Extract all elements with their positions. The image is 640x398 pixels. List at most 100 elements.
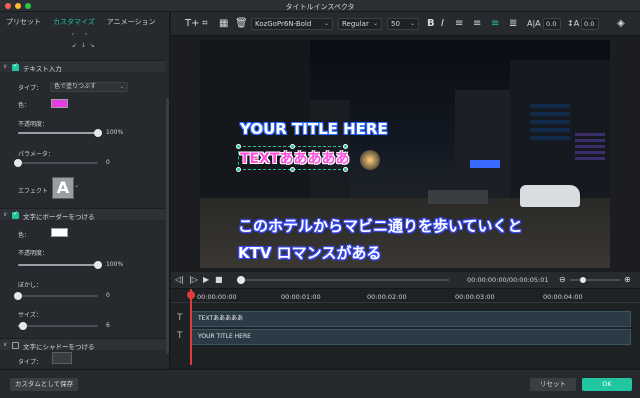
chevron-down-icon[interactable]: ⌄ (74, 182, 79, 189)
playback-progress[interactable] (237, 276, 449, 284)
tab-animation[interactable]: アニメーション (101, 12, 162, 32)
color-label: 色： (18, 102, 31, 109)
chevron-down-icon[interactable]: ∨ (3, 211, 7, 218)
playback-bar: ◁| |▷ ▶ ■ 00:00:00:00/00:00:05:01 ⊖ ⊕ (171, 272, 640, 288)
font-weight-select[interactable]: Regular ⌄ (338, 18, 382, 30)
playhead[interactable] (187, 289, 195, 365)
arrow-row-top[interactable]: ⌜ ⌝ (70, 32, 110, 41)
text-input-checkbox[interactable] (12, 62, 19, 71)
font-size-select[interactable]: 50 ⌄ (387, 18, 419, 30)
save-as-custom-button[interactable]: カスタムとして保存 (10, 378, 78, 391)
chevron-down-icon: ⌄ (372, 20, 378, 27)
slider-knob[interactable] (14, 292, 22, 300)
align-right-icon[interactable]: ≡ (491, 18, 499, 29)
slider-knob[interactable] (94, 261, 102, 269)
slider-knob[interactable] (18, 322, 27, 330)
ok-button[interactable]: OK (582, 378, 632, 391)
ruler-tick: 00:00:04:00 (543, 293, 583, 301)
border-color-swatch[interactable] (51, 228, 68, 237)
layers-icon[interactable]: ◈ (617, 18, 625, 29)
panel-scrollbar[interactable] (166, 98, 169, 354)
font-size-value: 50 (391, 20, 400, 28)
window-lights (575, 130, 605, 160)
zoom-knob[interactable] (580, 277, 586, 283)
title-overlay[interactable]: YOUR TITLE HERE (240, 120, 388, 138)
section-text-input[interactable]: ∨ テキスト入力 (0, 60, 166, 73)
text-add-icon[interactable]: T+ (185, 18, 200, 29)
chevron-right-icon[interactable]: ∨ (3, 341, 7, 348)
chevron-down-icon[interactable]: ∨ (3, 63, 7, 70)
shadow-checkbox[interactable] (12, 342, 19, 349)
position-grid: ⌜ ⌝ ↙ ↓ ↘ (70, 32, 110, 52)
timeline-ruler[interactable]: 00:00:00:00 00:00:01:00 00:00:02:00 00:0… (171, 289, 640, 303)
chevron-down-icon: ⌄ (119, 84, 124, 90)
play-icon[interactable]: ▶ (203, 275, 209, 284)
video-preview[interactable]: YOUR TITLE HERE TEXTあああああ このホテルからマビニ通りを歩… (200, 40, 610, 268)
step-back-icon[interactable]: ◁| (175, 275, 184, 284)
chevron-down-icon: ⌄ (409, 20, 415, 27)
text-track-icon: T (177, 331, 183, 341)
size-slider[interactable] (18, 322, 98, 330)
text-track-icon: T (177, 313, 183, 323)
text-opacity-slider[interactable] (18, 129, 102, 137)
window-title: タイトルインスペクタ (285, 3, 355, 11)
letter-spacing-icon: A|A (527, 19, 541, 28)
parameter-value: 0 (106, 159, 110, 166)
align-center-icon[interactable]: ≡ (473, 18, 481, 29)
stop-icon[interactable]: ■ (215, 275, 223, 284)
trash-icon[interactable]: 🗑 (235, 18, 248, 29)
track-clip[interactable]: TEXTあああああ (191, 311, 631, 327)
ruler-tick: 00:00:00:00 (197, 293, 237, 301)
street-light (360, 150, 380, 170)
section-shadow[interactable]: ∨ 文字にシャドーをつける (0, 338, 166, 351)
font-family-select[interactable]: KozGoPr6N-Bold ⌄ (251, 18, 333, 30)
zoom-out-icon[interactable]: ⊖ (559, 275, 566, 284)
text-color-swatch[interactable] (51, 99, 68, 108)
border-opacity-value: 100% (106, 261, 124, 268)
arrow-row-bottom[interactable]: ↙ ↓ ↘ (70, 41, 110, 50)
slider-knob[interactable] (14, 159, 22, 167)
slider-knob[interactable] (94, 129, 102, 137)
shadow-type-preview[interactable] (52, 352, 72, 364)
section-label: 文字にシャドーをつける (23, 343, 95, 351)
align-left-icon[interactable]: ≡ (455, 18, 463, 29)
border-checkbox[interactable] (12, 210, 19, 219)
align-justify-icon[interactable]: ≣ (509, 18, 517, 29)
chevron-down-icon: ⌄ (323, 20, 329, 27)
effect-preview[interactable]: A (52, 177, 74, 199)
caption-line-1[interactable]: このホテルからマビニ通りを歩いていくと (238, 215, 523, 236)
play-frame-icon[interactable]: |▷ (189, 275, 198, 284)
text-overlay-selected[interactable]: TEXTあああああ (240, 148, 349, 168)
tab-customize[interactable]: カスタマイズ (47, 12, 101, 32)
zoom-slider[interactable] (570, 277, 620, 283)
fill-type-select[interactable]: 色で塗りつぶす ⌄ (50, 82, 128, 92)
section-label: テキスト入力 (23, 65, 62, 73)
reset-button[interactable]: リセット (530, 378, 576, 391)
inspector-panel: プリセット カスタマイズ アニメーション ⌜ ⌝ ↙ ↓ ↘ ∨ テキスト入力 … (0, 12, 170, 369)
caption-line-2[interactable]: KTV ロマンスがある (238, 242, 381, 263)
grid-icon[interactable]: ▦ (219, 18, 228, 29)
parameter-label: パラメータ： (18, 151, 54, 158)
footer: カスタムとして保存 リセット OK (0, 369, 640, 398)
playhead-knob[interactable] (237, 276, 245, 284)
size-label: サイズ： (18, 312, 42, 319)
fill-type-value: 色で塗りつぶす (54, 83, 97, 90)
timeline[interactable]: 00:00:00:00 00:00:01:00 00:00:02:00 00:0… (171, 288, 640, 368)
letter-spacing-input[interactable]: 0.0 (543, 18, 561, 30)
zoom-in-icon[interactable]: ⊕ (624, 275, 631, 284)
track-clip[interactable]: YOUR TITLE HERE (191, 329, 631, 345)
italic-button[interactable]: I (441, 18, 444, 29)
parameter-slider[interactable] (14, 159, 98, 167)
bold-button[interactable]: B (427, 18, 435, 29)
font-weight-value: Regular (342, 20, 369, 28)
tab-presets[interactable]: プリセット (0, 12, 47, 32)
line-spacing-input[interactable]: 0.0 (581, 18, 599, 30)
border-opacity-label: 不透明度： (18, 250, 49, 257)
window-titlebar: タイトルインスペクタ (0, 0, 640, 12)
crop-icon[interactable]: ⌗ (202, 18, 208, 29)
blur-slider[interactable] (14, 292, 98, 300)
size-value: 6 (106, 322, 110, 329)
section-border[interactable]: ∨ 文字にボーダーをつける (0, 208, 166, 221)
border-opacity-slider[interactable] (18, 261, 102, 269)
opacity-label: 不透明度： (18, 121, 49, 128)
